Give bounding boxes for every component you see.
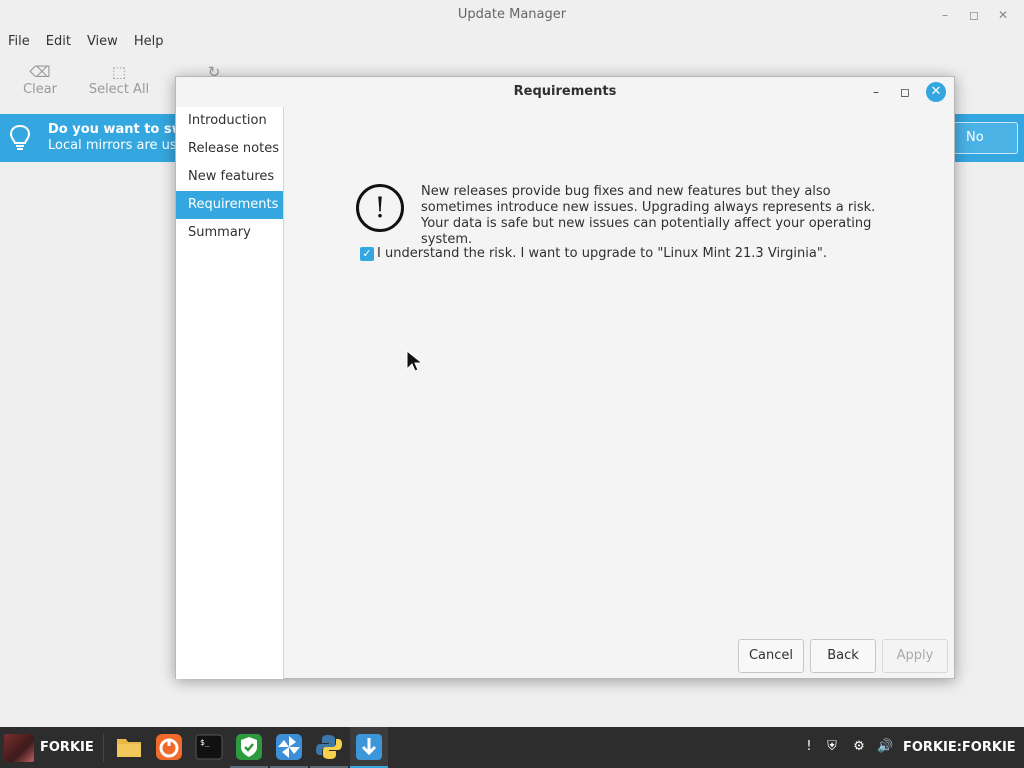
- terminal-icon: $_: [195, 734, 223, 760]
- taskbar-app-files[interactable]: [110, 727, 148, 768]
- warning-icon: !: [356, 184, 404, 232]
- wizard-sidebar: Introduction Release notes New features …: [176, 107, 284, 679]
- svg-text:$_: $_: [200, 738, 210, 747]
- risk-checkbox-label[interactable]: I understand the risk. I want to upgrade…: [377, 246, 827, 261]
- clear-button[interactable]: ⌫ Clear: [22, 62, 58, 97]
- menu-file[interactable]: File: [0, 31, 38, 53]
- taskbar-app-python[interactable]: [310, 727, 348, 768]
- back-button[interactable]: Back: [810, 639, 876, 673]
- sidebar-item-release-notes[interactable]: Release notes: [176, 135, 283, 163]
- select-all-icon: ⬚: [111, 63, 127, 81]
- taskbar: FORKIE $_ ! ⛨ ⚙ 🔊 FORKIE:FORKIE: [0, 727, 1024, 768]
- taskbar-app-update-manager[interactable]: [350, 727, 388, 768]
- update-manager-icon: [356, 734, 382, 760]
- taskbar-app-terminal[interactable]: $_: [190, 727, 228, 768]
- pinwheel-app-icon: [276, 734, 302, 760]
- maximize-icon[interactable]: ◻: [895, 82, 915, 102]
- folder-icon: [117, 739, 141, 757]
- select-all-label: Select All: [88, 82, 150, 97]
- backspace-icon: ⌫: [29, 63, 51, 81]
- dialog-title: Requirements: [513, 84, 617, 99]
- menu-avatar-icon: [4, 734, 34, 762]
- tray-user-label[interactable]: FORKIE:FORKIE: [903, 727, 1016, 768]
- menubar: File Edit View Help: [0, 31, 171, 53]
- warning-text: New releases provide bug fixes and new f…: [421, 184, 876, 247]
- python-icon: [316, 735, 342, 759]
- risk-checkbox[interactable]: ✓: [360, 247, 374, 261]
- taskbar-app-pinwheel[interactable]: [270, 727, 308, 768]
- minimize-icon[interactable]: –: [866, 82, 886, 102]
- sidebar-item-new-features[interactable]: New features: [176, 163, 283, 191]
- start-menu-button[interactable]: FORKIE: [0, 727, 100, 768]
- shield-tray-icon[interactable]: ⛨: [824, 739, 840, 755]
- menu-view[interactable]: View: [79, 31, 126, 53]
- mouse-cursor-icon: [406, 350, 424, 372]
- shield-app-icon: [236, 734, 262, 760]
- maximize-icon[interactable]: ◻: [965, 6, 983, 24]
- sidebar-item-requirements[interactable]: Requirements: [176, 191, 283, 219]
- taskbar-app-firefox[interactable]: [150, 727, 188, 768]
- requirements-dialog: Requirements – ◻ ✕ Introduction Release …: [175, 76, 955, 679]
- taskbar-separator: [103, 733, 104, 762]
- minimize-icon[interactable]: –: [936, 6, 954, 24]
- select-all-button[interactable]: ⬚ Select All: [88, 62, 150, 97]
- cancel-button[interactable]: Cancel: [738, 639, 804, 673]
- sidebar-item-summary[interactable]: Summary: [176, 219, 283, 247]
- taskbar-app-shield[interactable]: [230, 727, 268, 768]
- notification-icon[interactable]: !: [801, 739, 817, 755]
- firefox-icon: [156, 734, 182, 760]
- menu-label: FORKIE: [40, 740, 94, 755]
- window-title: Update Manager: [457, 7, 567, 22]
- requirements-page: ! New releases provide bug fixes and new…: [284, 107, 954, 679]
- infobar-subtitle: Local mirrors are usu: [48, 138, 185, 153]
- volume-icon[interactable]: 🔊: [877, 739, 893, 755]
- clear-label: Clear: [23, 82, 57, 97]
- menu-edit[interactable]: Edit: [38, 31, 79, 53]
- apply-button[interactable]: Apply: [882, 639, 948, 673]
- menu-help[interactable]: Help: [126, 31, 172, 53]
- infobar-title: Do you want to swit: [48, 122, 195, 137]
- close-icon[interactable]: ✕: [926, 82, 946, 102]
- sidebar-item-introduction[interactable]: Introduction: [176, 107, 283, 135]
- lightbulb-icon: [9, 124, 31, 150]
- network-icon[interactable]: ⚙: [851, 739, 867, 755]
- close-icon[interactable]: ✕: [994, 6, 1012, 24]
